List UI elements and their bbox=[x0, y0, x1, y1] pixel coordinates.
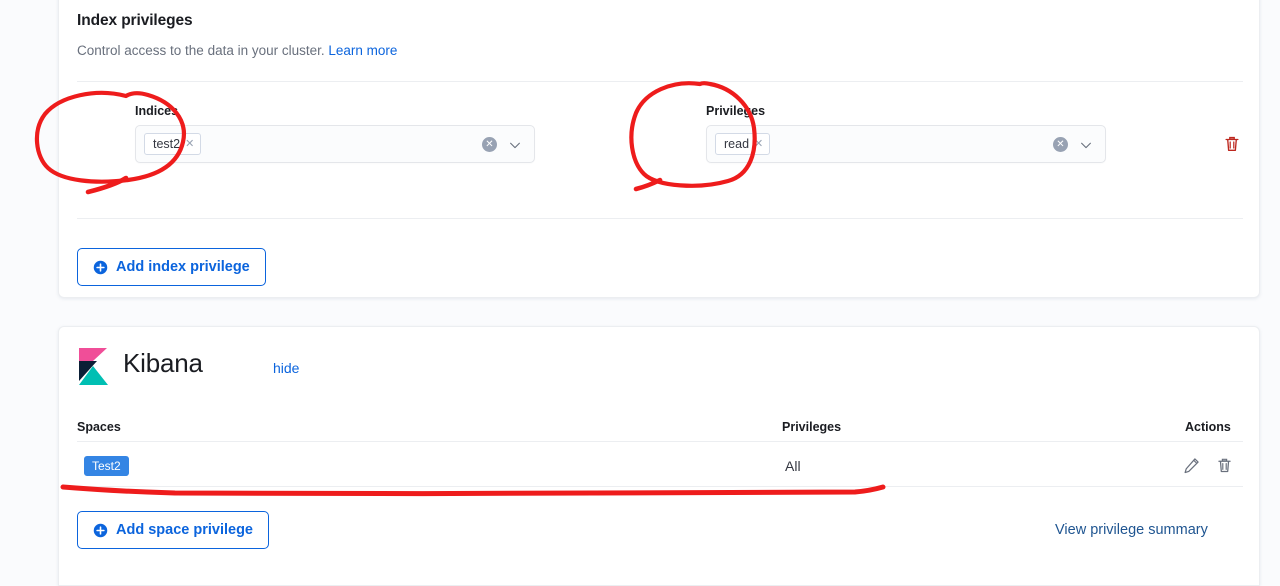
kibana-hide-link[interactable]: hide bbox=[273, 360, 299, 376]
space-badge-test2[interactable]: Test2 bbox=[84, 456, 129, 476]
section-description-text: Control access to the data in your clust… bbox=[77, 43, 329, 58]
privileges-pill-read[interactable]: read ✕ bbox=[715, 133, 771, 155]
pill-remove-icon[interactable]: ✕ bbox=[185, 134, 194, 155]
kibana-title: Kibana bbox=[123, 348, 203, 378]
clear-circle-icon[interactable]: ✕ bbox=[1053, 137, 1068, 152]
section-description: Control access to the data in your clust… bbox=[77, 43, 397, 58]
trash-icon[interactable] bbox=[1223, 135, 1241, 153]
privileges-pill-label: read bbox=[724, 137, 750, 151]
add-index-privilege-button[interactable]: Add index privilege bbox=[77, 248, 266, 286]
page-root: Index privileges Control access to the d… bbox=[0, 0, 1280, 586]
add-space-privilege-button[interactable]: Add space privilege bbox=[77, 511, 269, 549]
pencil-icon[interactable] bbox=[1183, 457, 1200, 474]
table-row-divider bbox=[77, 486, 1243, 487]
privileges-label: Privileges bbox=[706, 104, 766, 118]
divider-top bbox=[77, 81, 1243, 82]
view-privilege-summary-link[interactable]: View privilege summary bbox=[1055, 522, 1208, 538]
kibana-panel: Kibana hide Spaces Privileges Actions Te… bbox=[58, 326, 1260, 586]
indices-pill-test2[interactable]: test2 ✕ bbox=[144, 133, 202, 155]
add-space-privilege-label: Add space privilege bbox=[116, 522, 253, 538]
index-privileges-panel: Index privileges Control access to the d… bbox=[58, 0, 1260, 298]
indices-combobox[interactable]: test2 ✕ ✕ bbox=[135, 125, 535, 163]
trash-icon[interactable] bbox=[1216, 457, 1233, 474]
chevron-down-icon[interactable] bbox=[508, 138, 522, 152]
plus-in-circle-icon bbox=[93, 260, 108, 275]
page-title: Index privileges bbox=[77, 12, 193, 29]
column-header-privileges: Privileges bbox=[782, 420, 842, 434]
row-privilege-value: All bbox=[785, 458, 801, 474]
column-header-actions: Actions bbox=[1185, 420, 1231, 434]
pill-remove-icon[interactable]: ✕ bbox=[754, 134, 763, 155]
indices-pill-label: test2 bbox=[153, 137, 181, 151]
learn-more-link[interactable]: Learn more bbox=[328, 43, 397, 58]
plus-in-circle-icon bbox=[93, 523, 108, 538]
privileges-combobox[interactable]: read ✕ ✕ bbox=[706, 125, 1106, 163]
add-index-privilege-label: Add index privilege bbox=[116, 259, 250, 275]
column-header-spaces: Spaces bbox=[77, 420, 121, 434]
divider-mid bbox=[77, 218, 1243, 219]
clear-circle-icon[interactable]: ✕ bbox=[482, 137, 497, 152]
kibana-logo-icon bbox=[77, 347, 111, 385]
indices-label: Indices bbox=[135, 104, 179, 118]
table-header-divider bbox=[77, 441, 1243, 442]
chevron-down-icon[interactable] bbox=[1079, 138, 1093, 152]
